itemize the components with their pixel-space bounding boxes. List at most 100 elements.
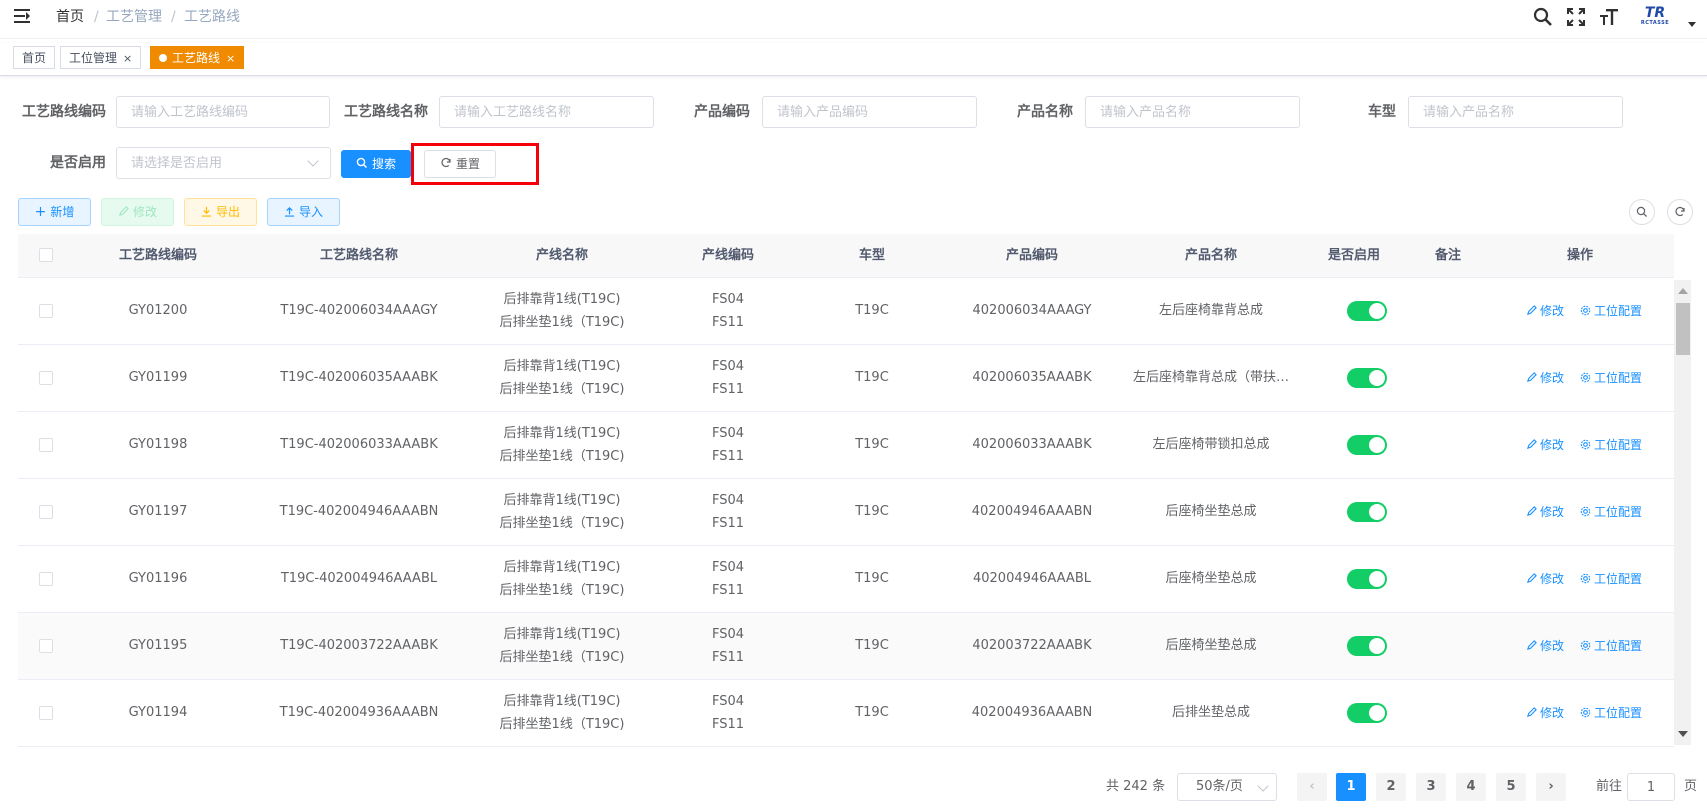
page-4-button[interactable]: 4 xyxy=(1456,773,1486,801)
row-checkbox[interactable] xyxy=(39,438,53,452)
breadcrumb-home[interactable]: 首页 xyxy=(56,8,84,26)
route-code-cell: GY01198 xyxy=(128,437,188,452)
line-code-2: FS11 xyxy=(711,717,745,732)
station-config-link[interactable]: 工位配置 xyxy=(1580,546,1642,612)
car-model-cell: T19C xyxy=(855,571,889,586)
enabled-label: 是否启用 xyxy=(50,155,106,171)
product-name-input[interactable] xyxy=(1085,96,1300,128)
column-header: 产品编码 xyxy=(1005,248,1058,263)
car-model-input[interactable] xyxy=(1408,96,1623,128)
edit-icon xyxy=(1526,372,1537,383)
route-name-cell: T19C-402004936AAABN xyxy=(279,705,439,720)
edit-link[interactable]: 修改 xyxy=(1526,278,1564,344)
route-code-cell: GY01195 xyxy=(128,638,188,653)
route-name-cell: T19C-402003722AAABK xyxy=(280,638,438,653)
line-code-cell: FS04 FS11 xyxy=(652,422,804,468)
import-button[interactable]: 导入 xyxy=(267,198,340,226)
edit-link[interactable]: 修改 xyxy=(1526,412,1564,478)
enabled-switch[interactable] xyxy=(1347,301,1387,321)
tag-home[interactable]: 首页 xyxy=(13,46,56,69)
enabled-switch[interactable] xyxy=(1347,502,1387,522)
station-config-link-label: 工位配置 xyxy=(1594,572,1643,586)
add-button[interactable]: + 新增 xyxy=(18,198,91,226)
edit-link[interactable]: 修改 xyxy=(1526,345,1564,411)
product-code-cell: 402003722AAABK xyxy=(972,638,1092,653)
row-checkbox[interactable] xyxy=(39,371,53,385)
export-button[interactable]: 导出 xyxy=(184,198,257,226)
breadcrumb-process-management[interactable]: 工艺管理 xyxy=(106,8,162,26)
remark-cell xyxy=(1410,546,1486,612)
breadcrumb-separator: / xyxy=(94,9,99,25)
station-config-link-label: 工位配置 xyxy=(1594,505,1643,519)
edit-link-label: 修改 xyxy=(1540,304,1565,318)
page-2-button[interactable]: 2 xyxy=(1376,773,1406,801)
font-size-icon[interactable] xyxy=(1598,6,1620,28)
column-header: 工艺路线编码 xyxy=(118,248,197,263)
row-checkbox[interactable] xyxy=(39,505,53,519)
station-config-link[interactable]: 工位配置 xyxy=(1580,345,1642,411)
close-icon[interactable]: × xyxy=(226,52,235,65)
line-name-cell: 后排靠背1线(T19C) 后排坐垫1线（T19C) xyxy=(472,556,652,602)
tag-process-route[interactable]: 工艺路线 × xyxy=(150,46,245,69)
page-5-button[interactable]: 5 xyxy=(1496,773,1526,801)
row-checkbox[interactable] xyxy=(39,706,53,720)
row-checkbox[interactable] xyxy=(39,639,53,653)
fullscreen-icon[interactable] xyxy=(1565,6,1587,28)
enabled-switch[interactable] xyxy=(1347,435,1387,455)
enabled-select-input[interactable] xyxy=(116,147,331,179)
station-config-link[interactable]: 工位配置 xyxy=(1580,278,1642,344)
row-checkbox[interactable] xyxy=(39,572,53,586)
edit-icon xyxy=(1526,707,1537,718)
line-code-2: FS11 xyxy=(711,315,745,330)
station-config-link[interactable]: 工位配置 xyxy=(1580,613,1642,679)
search-button-label: 搜索 xyxy=(371,157,396,171)
import-button-label: 导入 xyxy=(298,205,323,219)
search-button[interactable]: 搜索 xyxy=(341,150,411,178)
company-logo: TR RCTASSE xyxy=(1638,6,1672,28)
chevron-down-icon[interactable] xyxy=(1688,22,1696,27)
line-name-2: 后排坐垫1线（T19C) xyxy=(499,583,625,598)
edit-link[interactable]: 修改 xyxy=(1526,680,1564,746)
column-header: 产品名称 xyxy=(1184,248,1237,263)
chevron-down-icon xyxy=(1257,780,1269,792)
select-all-checkbox[interactable] xyxy=(39,248,53,262)
table-row: GY01194 T19C-402004936AAABN 后排靠背1线(T19C)… xyxy=(18,680,1674,747)
station-config-link[interactable]: 工位配置 xyxy=(1580,479,1642,545)
edit-link[interactable]: 修改 xyxy=(1526,546,1564,612)
goto-page-input[interactable] xyxy=(1627,773,1675,801)
page-1-button[interactable]: 1 xyxy=(1336,773,1366,801)
route-name-input[interactable] xyxy=(439,96,654,128)
enabled-switch[interactable] xyxy=(1347,636,1387,656)
prev-page-button[interactable]: ‹ xyxy=(1297,773,1327,801)
edit-link[interactable]: 修改 xyxy=(1526,479,1564,545)
line-code-cell: FS04 FS11 xyxy=(652,623,804,669)
scroll-up-arrow-icon[interactable] xyxy=(1678,288,1688,294)
scrollbar-thumb[interactable] xyxy=(1676,303,1690,355)
enabled-select[interactable] xyxy=(116,147,331,179)
tag-station-management[interactable]: 工位管理 × xyxy=(60,46,142,69)
route-code-input[interactable] xyxy=(116,96,330,128)
product-code-input[interactable] xyxy=(762,96,977,128)
line-code-2: FS11 xyxy=(711,650,745,665)
close-icon[interactable]: × xyxy=(123,52,132,65)
edit-button[interactable]: 修改 xyxy=(101,198,174,226)
scroll-down-arrow-icon[interactable] xyxy=(1678,731,1688,737)
toggle-search-button[interactable] xyxy=(1629,199,1655,225)
edit-link[interactable]: 修改 xyxy=(1526,613,1564,679)
enabled-switch[interactable] xyxy=(1347,569,1387,589)
search-icon[interactable] xyxy=(1532,6,1554,28)
plus-icon: + xyxy=(34,204,47,220)
row-checkbox[interactable] xyxy=(39,304,53,318)
page-size-select[interactable]: 50条/页 xyxy=(1177,773,1277,801)
hamburger-icon[interactable] xyxy=(14,9,30,23)
line-name-1: 后排靠背1线(T19C) xyxy=(503,694,621,709)
station-config-link[interactable]: 工位配置 xyxy=(1580,680,1642,746)
gear-icon xyxy=(1580,506,1591,517)
enabled-switch[interactable] xyxy=(1347,703,1387,723)
line-code-1: FS04 xyxy=(711,560,745,575)
page-3-button[interactable]: 3 xyxy=(1416,773,1446,801)
station-config-link[interactable]: 工位配置 xyxy=(1580,412,1642,478)
next-page-button[interactable]: › xyxy=(1536,773,1566,801)
enabled-switch[interactable] xyxy=(1347,368,1387,388)
refresh-button[interactable] xyxy=(1667,199,1693,225)
